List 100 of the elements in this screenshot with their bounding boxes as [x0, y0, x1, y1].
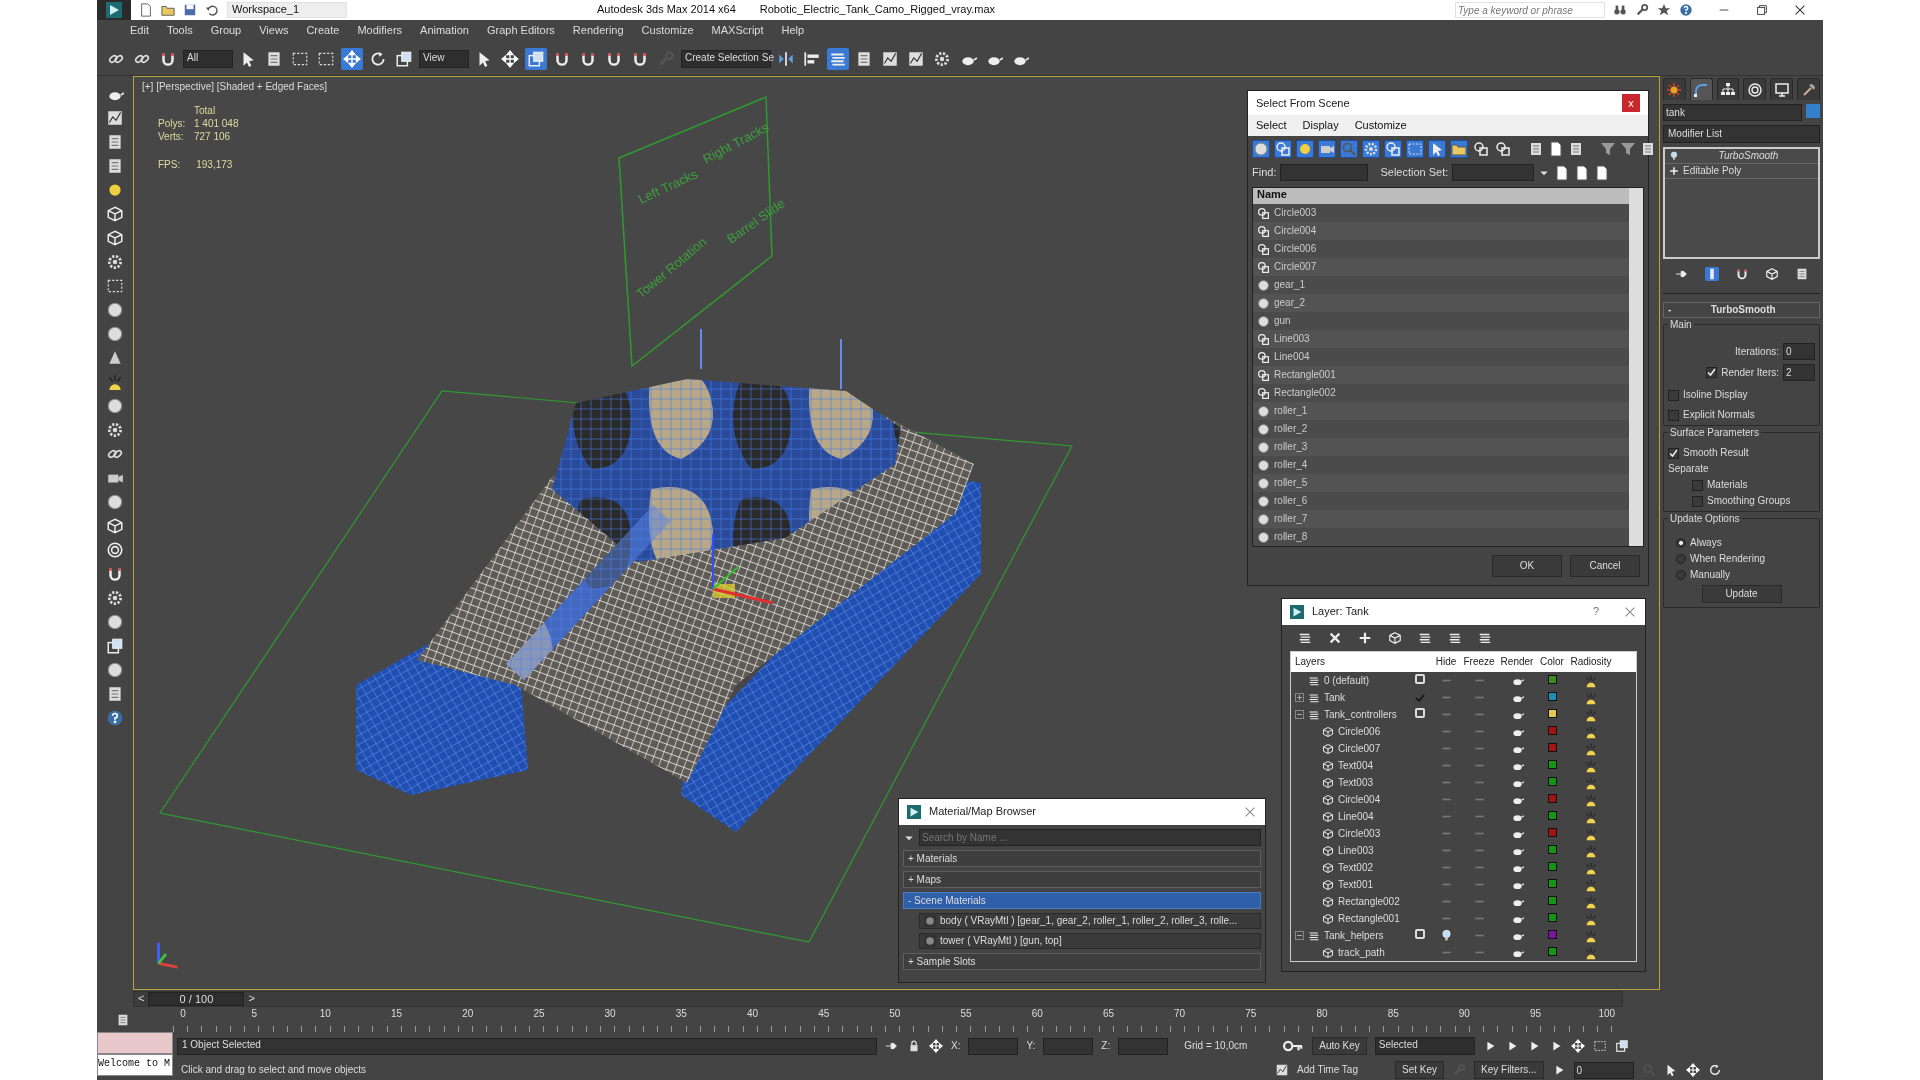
sun-icon[interactable]: [1584, 894, 1598, 909]
sun-icon[interactable]: [1584, 724, 1598, 739]
modifier-stack-item[interactable]: TurboSmooth: [1665, 149, 1818, 164]
sphere-icon[interactable]: [105, 396, 125, 416]
graph-icon[interactable]: [1275, 1063, 1289, 1077]
type-filter-button[interactable]: [1362, 140, 1380, 159]
binoculars-icon[interactable]: [1613, 3, 1627, 17]
cube-icon[interactable]: [105, 204, 125, 224]
color-swatch[interactable]: [1547, 810, 1557, 820]
layers-icon[interactable]: [1478, 631, 1492, 645]
object-list-row[interactable]: Circle006: [1253, 240, 1629, 258]
object-color-swatch[interactable]: [1806, 104, 1820, 118]
material-group-header[interactable]: + Materials: [903, 850, 1261, 867]
cube-icon[interactable]: [1764, 267, 1779, 281]
color-swatch[interactable]: [1547, 827, 1557, 837]
layer-name[interactable]: Tank_helpers: [1324, 929, 1384, 942]
menu-item[interactable]: Views: [250, 24, 298, 38]
list-icon[interactable]: [116, 1013, 130, 1027]
color-swatch[interactable]: [1547, 759, 1557, 769]
layer-name[interactable]: Line003: [1338, 844, 1374, 857]
graph-icon[interactable]: [105, 108, 125, 128]
help-icon[interactable]: [1679, 3, 1693, 17]
move-icon[interactable]: [929, 1039, 943, 1053]
object-list-row[interactable]: roller_3: [1253, 438, 1629, 456]
object-list-row[interactable]: Circle003: [1253, 204, 1629, 222]
current-layer-box[interactable]: [1415, 929, 1425, 939]
type-filter-button[interactable]: [1296, 140, 1314, 159]
color-swatch[interactable]: [1547, 793, 1557, 803]
close-icon[interactable]: [1793, 3, 1807, 17]
star-icon[interactable]: [1657, 3, 1671, 17]
layer-name[interactable]: Rectangle002: [1338, 895, 1400, 908]
listener-field[interactable]: [97, 1032, 173, 1054]
update-button[interactable]: Update: [1701, 585, 1782, 603]
sun-icon[interactable]: [1584, 911, 1598, 926]
render-iters-spinner[interactable]: 2: [1783, 364, 1815, 381]
frame-field[interactable]: 0: [1573, 1061, 1634, 1079]
material-item[interactable]: tower ( VRayMtl ) [gun, top]: [919, 933, 1261, 949]
filter-icon[interactable]: [1620, 141, 1636, 158]
color-swatch[interactable]: [1547, 844, 1557, 854]
move-icon[interactable]: [341, 47, 363, 70]
dialog-button[interactable]: Cancel: [1570, 555, 1640, 577]
sphere-icon[interactable]: [105, 324, 125, 344]
menu-item[interactable]: Graph Editors: [477, 24, 564, 38]
current-layer-box[interactable]: [1415, 674, 1425, 684]
gear-icon[interactable]: [105, 588, 125, 608]
sphere-icon[interactable]: [105, 612, 125, 632]
panel-tab[interactable]: [1689, 78, 1713, 100]
layer-name[interactable]: Line004: [1338, 810, 1374, 823]
sun-icon[interactable]: [1584, 673, 1598, 688]
help-icon[interactable]: [105, 708, 125, 728]
x-coordinate-field[interactable]: [968, 1037, 1019, 1055]
object-list-row[interactable]: roller_1: [1253, 402, 1629, 420]
panel-tab[interactable]: [1770, 78, 1794, 100]
color-swatch[interactable]: [1547, 912, 1557, 922]
menu-item[interactable]: Animation: [411, 24, 478, 38]
layer-name[interactable]: Circle004: [1338, 793, 1381, 806]
scale-icon[interactable]: [525, 47, 547, 70]
expand-toggle[interactable]: [1295, 693, 1304, 702]
checkbox[interactable]: [1706, 367, 1718, 378]
object-list-row[interactable]: Rectangle002: [1253, 384, 1629, 402]
color-swatch[interactable]: [1547, 691, 1557, 701]
cube-icon[interactable]: [105, 228, 125, 248]
object-list-row[interactable]: roller_8: [1253, 528, 1629, 546]
menu-item[interactable]: Group: [201, 24, 251, 38]
object-list-row[interactable]: roller_5: [1253, 474, 1629, 492]
radio-button[interactable]: [1676, 570, 1686, 580]
reference-coordinate-dropdown[interactable]: View: [419, 49, 469, 68]
column-header[interactable]: Color: [1537, 656, 1567, 668]
color-swatch[interactable]: [1547, 742, 1557, 752]
radio-button[interactable]: [1676, 554, 1686, 564]
menu-item[interactable]: Customize: [632, 24, 703, 38]
type-filter-button[interactable]: [1252, 140, 1270, 159]
object-name-field[interactable]: tank: [1663, 104, 1802, 121]
auto-key-button[interactable]: Auto Key: [1312, 1037, 1367, 1055]
panel-tab[interactable]: [1797, 78, 1820, 100]
material-group-header[interactable]: + Maps: [903, 871, 1261, 888]
type-filter-button[interactable]: [1384, 140, 1402, 159]
color-swatch[interactable]: [1547, 725, 1557, 735]
type-filter-button[interactable]: [1494, 140, 1512, 159]
save-icon[interactable]: [183, 3, 197, 17]
layers-icon[interactable]: [1298, 631, 1312, 645]
panel-tab[interactable]: [1743, 78, 1767, 100]
sun-icon[interactable]: [1584, 877, 1598, 892]
checkbox[interactable]: [1692, 479, 1703, 491]
object-list-row[interactable]: Rectangle001: [1253, 366, 1629, 384]
sun-icon[interactable]: [1584, 809, 1598, 824]
modifier-list-dropdown[interactable]: Modifier List: [1663, 125, 1820, 143]
layer-name[interactable]: 0 (default): [1324, 674, 1370, 687]
sphere-icon[interactable]: [105, 492, 125, 512]
sun-icon[interactable]: [1584, 843, 1598, 858]
object-list-row[interactable]: Line003: [1253, 330, 1629, 348]
layer-name[interactable]: Text003: [1338, 776, 1374, 789]
timeline-prev-button[interactable]: <: [134, 992, 149, 1006]
menu-item[interactable]: Rendering: [563, 24, 633, 38]
new-file-icon[interactable]: [1594, 164, 1611, 181]
panel-tab[interactable]: [1663, 78, 1686, 100]
panel-tab[interactable]: [1716, 78, 1740, 100]
viewport-label[interactable]: [+] [Perspective] [Shaded + Edged Faces]: [142, 81, 328, 92]
type-filter-button[interactable]: [1274, 140, 1292, 159]
sun-icon[interactable]: [1584, 945, 1598, 960]
